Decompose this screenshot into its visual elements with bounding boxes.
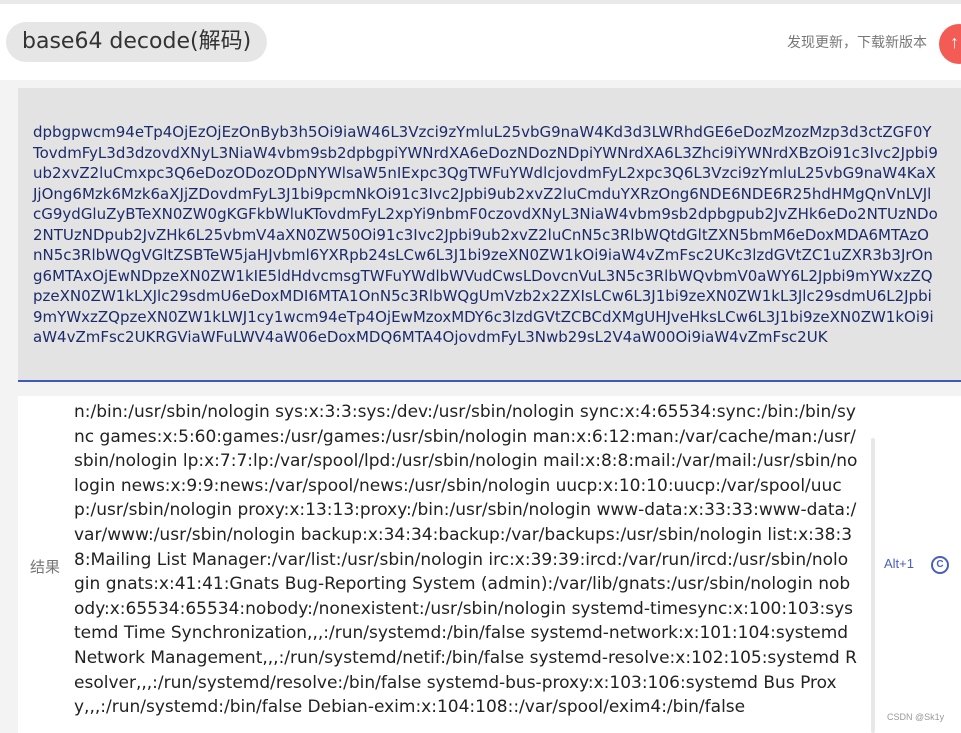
copy-shortcut-hint: Alt+1 (884, 556, 914, 571)
result-scrollbar[interactable] (871, 438, 875, 733)
encoded-input-text[interactable]: dpbgpwcm94eTp4OjEzOjEzOnByb3h5Oi9iaW46L3… (33, 122, 938, 348)
update-notice[interactable]: 发现更新，下载新版本 (787, 32, 927, 52)
update-button[interactable]: ↑ (939, 24, 961, 64)
copy-icon[interactable]: C (931, 556, 949, 574)
result-label: 结果 (30, 558, 61, 576)
page-title[interactable]: base64 decode(解码) (6, 22, 268, 62)
encoded-input-field[interactable]: dpbgpwcm94eTp4OjEzOjEzOnByb3h5Oi9iaW46L3… (18, 88, 961, 382)
arrow-up-icon: ↑ (950, 32, 959, 52)
watermark: CSDN @Sk1y (887, 712, 945, 722)
app-header: base64 decode(解码) 发现更新，下载新版本 ↑ (0, 4, 961, 80)
result-panel: 结果 n:/bin:/usr/sbin/nologin sys:x:3:3:sy… (18, 396, 961, 733)
decoded-result-text[interactable]: n:/bin:/usr/sbin/nologin sys:x:3:3:sys:/… (74, 400, 858, 720)
